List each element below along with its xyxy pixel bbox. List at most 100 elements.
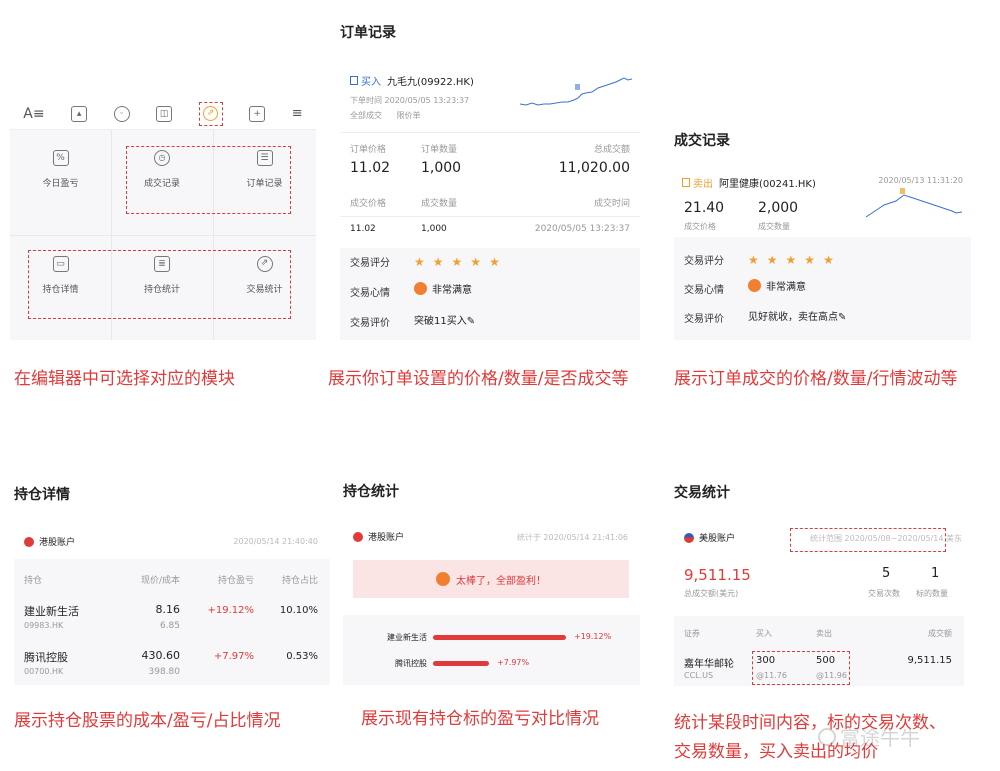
video-icon[interactable]: ◫ — [156, 105, 173, 122]
stock-pnl: +19.12% — [207, 605, 254, 616]
deal-time: 2020/05/13 11:31:20 — [878, 176, 963, 185]
buy-qty: 300 — [756, 655, 776, 666]
sell-qty: 500 — [816, 655, 836, 666]
star-icon: ★ — [451, 255, 463, 269]
table-row[interactable]: 腾讯控股 00700.HK 430.60 398.80 +7.97% 0.53% — [14, 643, 330, 685]
stock-code: 00700.HK — [24, 667, 64, 676]
module-today-pnl[interactable]: % 今日盈亏 — [10, 150, 111, 189]
text-format-icon[interactable]: A≡ — [23, 106, 44, 122]
order-total-header: 总成交额 — [593, 145, 630, 155]
trade-count: 5 — [882, 566, 891, 581]
bar-value: +7.97% — [497, 658, 530, 667]
col-sell: 卖出 — [816, 629, 832, 638]
trade-icon[interactable]: ⇗ — [198, 101, 223, 126]
order-price-chart — [520, 77, 632, 106]
edit-icon[interactable]: ✎ — [467, 316, 475, 327]
deal-rating-stars: ★ ★ ★ ★ ★ — [748, 249, 842, 268]
deal-caption: 展示订单成交的价格/数量/行情波动等 — [674, 369, 958, 389]
watermark-text: 富途牛牛 — [840, 726, 920, 750]
happy-face-icon — [414, 282, 427, 295]
pnl-bar-row: 腾讯控股 +7.97% — [343, 657, 640, 671]
deal-price-label: 成交价格 — [684, 222, 716, 231]
holding-stats-caption: 展示现有持仓标的盈亏对比情况 — [361, 709, 599, 729]
holding-time: 2020/05/14 21:40:40 — [233, 537, 318, 546]
col-amount: 成交额 — [928, 629, 952, 638]
edit-icon[interactable]: ✎ — [838, 312, 846, 323]
all-profit-banner: 太棒了，全部盈利！ — [353, 560, 629, 598]
star-icon: ★ — [748, 253, 759, 267]
logo-icon — [818, 727, 836, 746]
holding-stats-card: 港股账户 统计于 2020/05/14 21:41:06 太棒了，全部盈利！ 建… — [343, 517, 640, 685]
stock-code: 09983.HK — [24, 621, 64, 630]
highlight-top — [126, 146, 291, 214]
pnl-bar — [433, 635, 566, 640]
star-icon: ★ — [414, 255, 425, 269]
order-status: 全部成交 — [350, 111, 382, 120]
symbol-count: 1 — [931, 566, 940, 581]
sell-price: @11.96 — [816, 671, 847, 680]
deal-comment-value: 见好就收，卖在高点 — [748, 312, 838, 323]
rating-label: 交易评分 — [350, 258, 390, 269]
order-caption: 展示你订单设置的价格/数量/是否成交等 — [328, 369, 629, 389]
order-price-header: 订单价格 — [350, 145, 387, 155]
stock-cost: 6.85 — [159, 621, 180, 631]
order-card: 买入 九毛九(09922.HK) 下单时间 2020/05/05 13:23:3… — [340, 58, 640, 340]
star-icon: ★ — [785, 253, 797, 267]
table-row[interactable]: 嘉年华邮轮 CCL.US 300 @11.76 500 @11.96 9,511… — [674, 648, 964, 686]
star-icon: ★ — [432, 255, 444, 269]
trade-amount: 9,511.15 — [907, 655, 952, 666]
emoji-icon[interactable]: ᵕ — [113, 105, 130, 122]
order-time: 下单时间 2020/05/05 13:23:37 — [350, 96, 470, 105]
rating-stars: ★ ★ ★ ★ ★ — [414, 251, 508, 270]
image-icon[interactable]: ▴ — [71, 105, 88, 122]
bar-label: 建业新生活 — [387, 633, 427, 642]
deal-time: 2020/05/05 13:23:37 — [534, 224, 630, 234]
holding-account: 港股账户 — [39, 538, 76, 548]
bar-value: +19.12% — [574, 632, 612, 641]
trade-count-label: 交易次数 — [868, 589, 900, 598]
star-icon: ★ — [823, 253, 834, 267]
stock-price: 430.60 — [141, 649, 181, 662]
editor-caption: 在编辑器中可选择对应的模块 — [14, 369, 235, 389]
add-icon[interactable]: + — [249, 105, 266, 122]
holding-stats-title: 持仓统计 — [343, 484, 399, 500]
order-side: 买入 — [361, 77, 381, 88]
deal-price: 11.02 — [350, 224, 376, 234]
stock-name: 腾讯控股 — [24, 651, 68, 664]
happy-face-icon — [436, 572, 450, 586]
table-row[interactable]: 建业新生活 09983.HK 8.16 6.85 +19.12% 10.10% — [14, 597, 330, 639]
holding-card: 港股账户 2020/05/14 21:40:40 持仓 现价/成本 持仓盈亏 持… — [14, 521, 330, 685]
happy-face-icon — [748, 279, 761, 292]
deal-qty-label: 成交数量 — [758, 222, 790, 231]
holding-stats-account: 港股账户 — [368, 533, 405, 543]
hk-flag-icon — [24, 536, 34, 547]
order-total: 11,020.00 — [558, 160, 630, 176]
deal-price-chart — [866, 188, 962, 218]
comment-value: 突破11买入 — [414, 316, 467, 327]
trade-stats-card: 美股账户 统计范围 2020/05/08~2020/05/14 美东 9,511… — [674, 518, 964, 686]
us-flag-icon — [684, 532, 694, 543]
security-code: CCL.US — [684, 671, 714, 680]
hk-flag-icon — [353, 531, 363, 542]
col-buy: 买入 — [756, 629, 772, 638]
symbol-count-label: 标的数量 — [916, 589, 948, 598]
more-icon[interactable]: ≡ — [292, 106, 303, 121]
watermark: 富途牛牛 — [818, 722, 920, 751]
deal-price: 21.40 — [684, 200, 725, 216]
comment-label: 交易评价 — [350, 318, 390, 329]
order-qty: 1,000 — [421, 160, 462, 176]
star-icon: ★ — [489, 255, 500, 269]
stock-pnl: +7.97% — [213, 651, 254, 662]
star-icon: ★ — [766, 253, 778, 267]
order-price: 11.02 — [350, 160, 391, 176]
holding-col-price: 现价/成本 — [140, 576, 180, 586]
col-security: 证券 — [684, 629, 700, 638]
stock-price: 8.16 — [155, 603, 181, 616]
order-type: 限价单 — [396, 111, 421, 120]
star-icon: ★ — [804, 253, 816, 267]
holding-col-name: 持仓 — [24, 576, 43, 586]
deal-title: 成交记录 — [674, 133, 730, 149]
deal-qty: 2,000 — [758, 200, 799, 216]
stock-ratio: 0.53% — [286, 651, 318, 662]
deal-rating-label: 交易评分 — [684, 256, 724, 267]
